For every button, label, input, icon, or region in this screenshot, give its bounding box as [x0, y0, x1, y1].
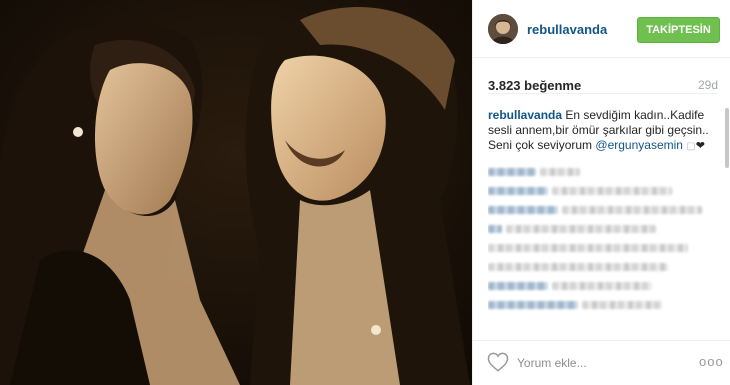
post-time[interactable]: 29d [698, 78, 718, 92]
post-photo[interactable] [0, 0, 472, 385]
comment-redacted [488, 222, 723, 233]
avatar[interactable] [488, 14, 518, 44]
comment-redacted [488, 298, 723, 309]
more-options-icon[interactable]: ooo [699, 354, 723, 370]
comment-input[interactable] [517, 353, 677, 373]
emoji-box-icon: ▢ [686, 141, 696, 152]
comment-redacted [488, 184, 723, 195]
header-username[interactable]: rebullavanda [527, 22, 607, 37]
heart-outline-icon[interactable] [487, 352, 509, 372]
caption-username[interactable]: rebullavanda [488, 108, 562, 122]
comments-list[interactable]: rebullavanda En sevdiğim kadın..Kadife s… [488, 108, 723, 338]
scrollbar-thumb[interactable] [725, 108, 729, 168]
post-footer: ooo [473, 340, 730, 385]
comment-redacted [488, 260, 723, 271]
post-sidebar: rebullavanda TAKİPTESİN 3.823 beğenme 29… [472, 0, 730, 385]
comment-redacted [488, 241, 723, 252]
comment-redacted [488, 165, 723, 176]
caption-mention[interactable]: @ergunyasemin [595, 138, 683, 152]
post-meta: 3.823 beğenme 29d [488, 74, 718, 94]
avatar-image [488, 14, 518, 44]
caption-line-2: Seni çok seviyorum [488, 138, 593, 152]
caption: rebullavanda En sevdiğim kadın..Kadife s… [488, 108, 710, 154]
likes-count[interactable]: 3.823 beğenme [488, 78, 581, 93]
post-header: rebullavanda TAKİPTESİN [473, 0, 730, 58]
following-button[interactable]: TAKİPTESİN [637, 17, 720, 43]
heart-emoji-icon: ❤ [695, 140, 705, 152]
comment-redacted [488, 203, 723, 214]
post-photo-image [0, 0, 472, 385]
comment-redacted [488, 279, 723, 290]
comments-scrollbar[interactable] [724, 108, 730, 338]
